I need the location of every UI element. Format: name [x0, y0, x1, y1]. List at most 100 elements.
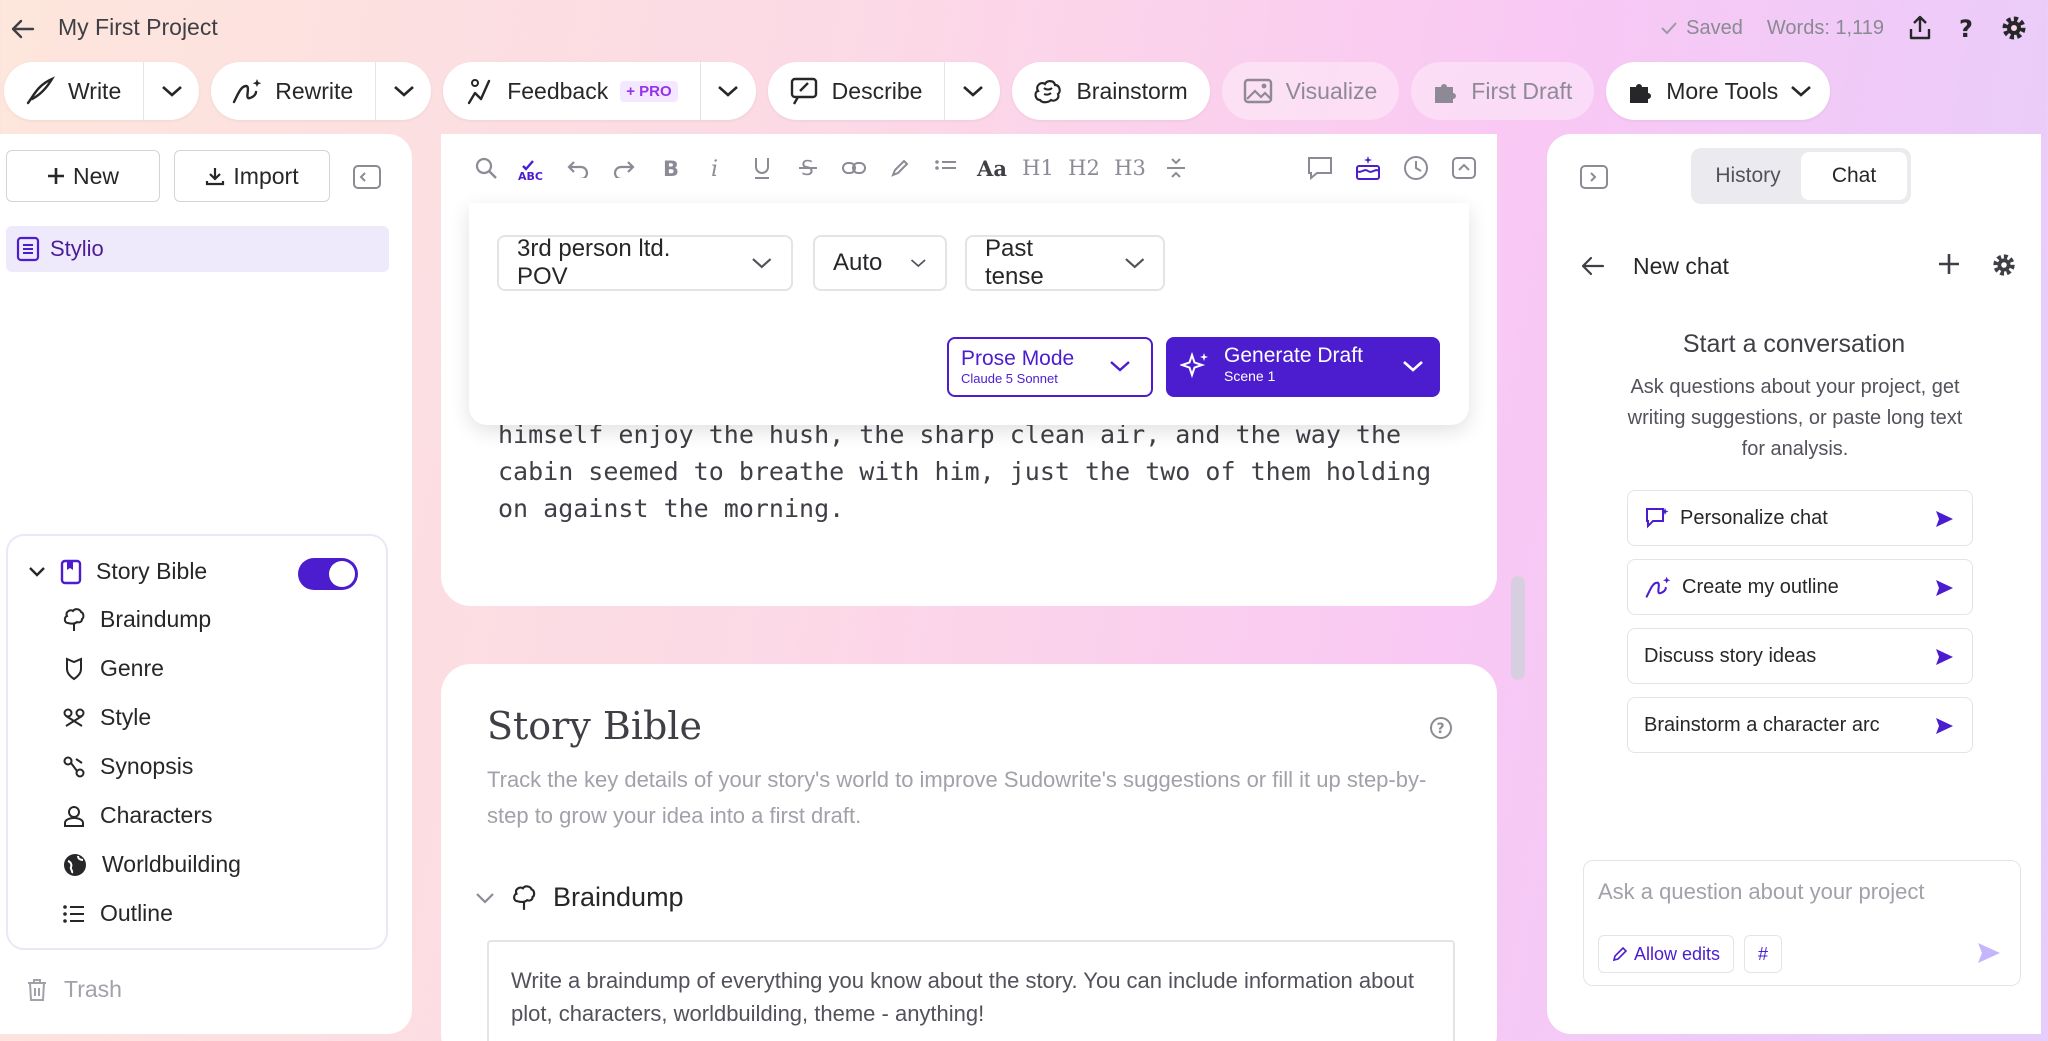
document-item-stylio[interactable]: Stylio	[6, 226, 389, 272]
brainstorm-button[interactable]: Brainstorm	[1012, 62, 1210, 120]
sidebar-item-braindump[interactable]: Braindump	[62, 606, 211, 633]
rewrite-sparkle-icon	[233, 79, 262, 104]
trash-button[interactable]: Trash	[26, 976, 122, 1003]
first-draft-button[interactable]: First Draft	[1411, 62, 1595, 120]
highlight-button[interactable]	[877, 148, 923, 188]
arrow-left-icon[interactable]	[1581, 256, 1605, 276]
length-select[interactable]: Auto	[813, 235, 947, 291]
story-bible-header[interactable]: Story Bible	[28, 558, 207, 585]
link-button[interactable]	[831, 148, 877, 188]
collapse-toolbar-button[interactable]	[1441, 148, 1487, 188]
feedback-button[interactable]: Feedback + PRO	[443, 62, 699, 120]
spellcheck-button[interactable]: ABC	[509, 148, 555, 188]
describe-button[interactable]: Describe	[768, 62, 945, 120]
plus-icon[interactable]	[1937, 252, 1961, 276]
share-icon[interactable]	[1908, 15, 1932, 41]
suggestion-discuss-ideas[interactable]: Discuss story ideas	[1627, 628, 1973, 684]
project-title[interactable]: My First Project	[58, 14, 218, 41]
italic-button[interactable]: i	[693, 148, 739, 188]
feedback-dropdown[interactable]	[699, 62, 756, 120]
story-bible-nav: Story Bible Braindump Genre Style Synops…	[6, 534, 388, 950]
suggestion-personalize-chat[interactable]: Personalize chat	[1627, 490, 1973, 546]
first-draft-label: First Draft	[1471, 77, 1573, 104]
feedback-button-group: Feedback + PRO	[443, 62, 756, 120]
rewrite-button[interactable]: Rewrite	[211, 62, 375, 120]
editor-prose-text[interactable]: himself enjoy the hush, the sharp clean …	[498, 416, 1448, 527]
list-icon	[935, 160, 956, 170]
import-label: Import	[233, 162, 299, 189]
brain-icon	[63, 607, 85, 631]
tab-history[interactable]: History	[1695, 152, 1801, 200]
sparkle-icon	[1180, 351, 1208, 379]
chat-header: New chat	[1581, 244, 2017, 288]
brainstorm-button-main: Brainstorm	[1012, 62, 1209, 120]
sidebar-item-characters[interactable]: Characters	[62, 802, 212, 829]
heading1-button[interactable]: H1	[1015, 148, 1061, 188]
undo-button[interactable]	[555, 148, 601, 188]
help-circle-icon[interactable]: ?	[1429, 716, 1453, 740]
back-button[interactable]	[8, 14, 38, 44]
cake-sparkle-icon	[1356, 156, 1380, 180]
draft-tool-button[interactable]	[1345, 148, 1391, 188]
allow-edits-chip[interactable]: Allow edits	[1598, 935, 1734, 973]
chat-header-actions	[1937, 252, 2017, 278]
format-toolbar: ABC B i S Aa H1 H2 H3	[441, 134, 1497, 202]
redo-button[interactable]	[601, 148, 647, 188]
prose-mode-select[interactable]: Prose Mode Claude 5 Sonnet	[947, 337, 1153, 397]
search-icon	[475, 157, 497, 179]
pov-select[interactable]: 3rd person ltd. POV	[497, 235, 793, 291]
check-icon	[1661, 22, 1677, 35]
rewrite-dropdown[interactable]	[375, 62, 431, 120]
braindump-textarea[interactable]: Write a braindump of everything you know…	[487, 940, 1455, 1041]
sidebar-item-worldbuilding[interactable]: Worldbuilding	[62, 851, 241, 878]
chat-input-placeholder[interactable]: Ask a question about your project	[1598, 879, 1925, 905]
chevron-down-icon	[911, 259, 927, 268]
write-button[interactable]: Write	[4, 62, 143, 120]
search-button[interactable]	[463, 148, 509, 188]
svg-text:ABC: ABC	[518, 170, 543, 182]
font-size-button[interactable]: Aa	[969, 148, 1015, 188]
suggestion-character-arc[interactable]: Brainstorm a character arc	[1627, 697, 1973, 753]
scene-break-button[interactable]	[1153, 148, 1199, 188]
sidebar-item-synopsis[interactable]: Synopsis	[62, 753, 193, 780]
describe-dropdown[interactable]	[944, 62, 1000, 120]
underline-button[interactable]	[739, 148, 785, 188]
history-button[interactable]	[1393, 148, 1439, 188]
tab-chat[interactable]: Chat	[1801, 152, 1907, 200]
import-button[interactable]: Import	[174, 150, 330, 202]
new-document-button[interactable]: New	[6, 150, 160, 202]
sidebar-item-outline[interactable]: Outline	[62, 900, 173, 927]
help-icon[interactable]: ?	[1956, 15, 1976, 41]
length-value: Auto	[833, 249, 883, 276]
rewrite-button-group: Rewrite	[211, 62, 432, 120]
more-tools-label: More Tools	[1666, 77, 1779, 104]
expand-panel-icon[interactable]	[1579, 164, 1609, 190]
send-icon[interactable]	[1976, 941, 2002, 965]
write-dropdown[interactable]	[143, 62, 199, 120]
braindump-section-header[interactable]: Braindump	[475, 882, 684, 913]
bullet-list-button[interactable]	[923, 148, 969, 188]
collapse-sidebar-icon[interactable]	[352, 164, 382, 190]
gear-icon[interactable]	[1991, 252, 2017, 278]
more-tools-button[interactable]: More Tools	[1606, 62, 1831, 120]
heading2-button[interactable]: H2	[1061, 148, 1107, 188]
visualize-button[interactable]: Visualize	[1221, 62, 1400, 120]
strikethrough-button[interactable]: S	[785, 148, 831, 188]
tense-select[interactable]: Past tense	[965, 235, 1165, 291]
hash-chip[interactable]: #	[1744, 935, 1782, 973]
rewrite-sparkle-icon	[1645, 576, 1671, 598]
sidebar-item-genre[interactable]: Genre	[62, 655, 164, 682]
suggestion-create-outline[interactable]: Create my outline	[1627, 559, 1973, 615]
story-bible-toggle[interactable]	[298, 558, 358, 590]
editor-scrollbar[interactable]	[1511, 576, 1525, 680]
heading3-button[interactable]: H3	[1107, 148, 1153, 188]
bold-button[interactable]: B	[647, 148, 693, 188]
sidebar-item-style[interactable]: Style	[62, 704, 151, 731]
generate-draft-button[interactable]: Generate Draft Scene 1	[1166, 337, 1440, 397]
top-right-status: Saved Words: 1,119 ?	[1660, 10, 2028, 46]
gear-icon[interactable]	[2000, 14, 2028, 42]
top-bar: My First Project Saved Words: 1,119 ?	[0, 0, 2048, 58]
comment-button[interactable]	[1297, 148, 1343, 188]
chat-input-box[interactable]: Ask a question about your project Allow …	[1583, 860, 2021, 986]
chat-panel: History Chat New chat Start a conversati…	[1547, 134, 2041, 1034]
